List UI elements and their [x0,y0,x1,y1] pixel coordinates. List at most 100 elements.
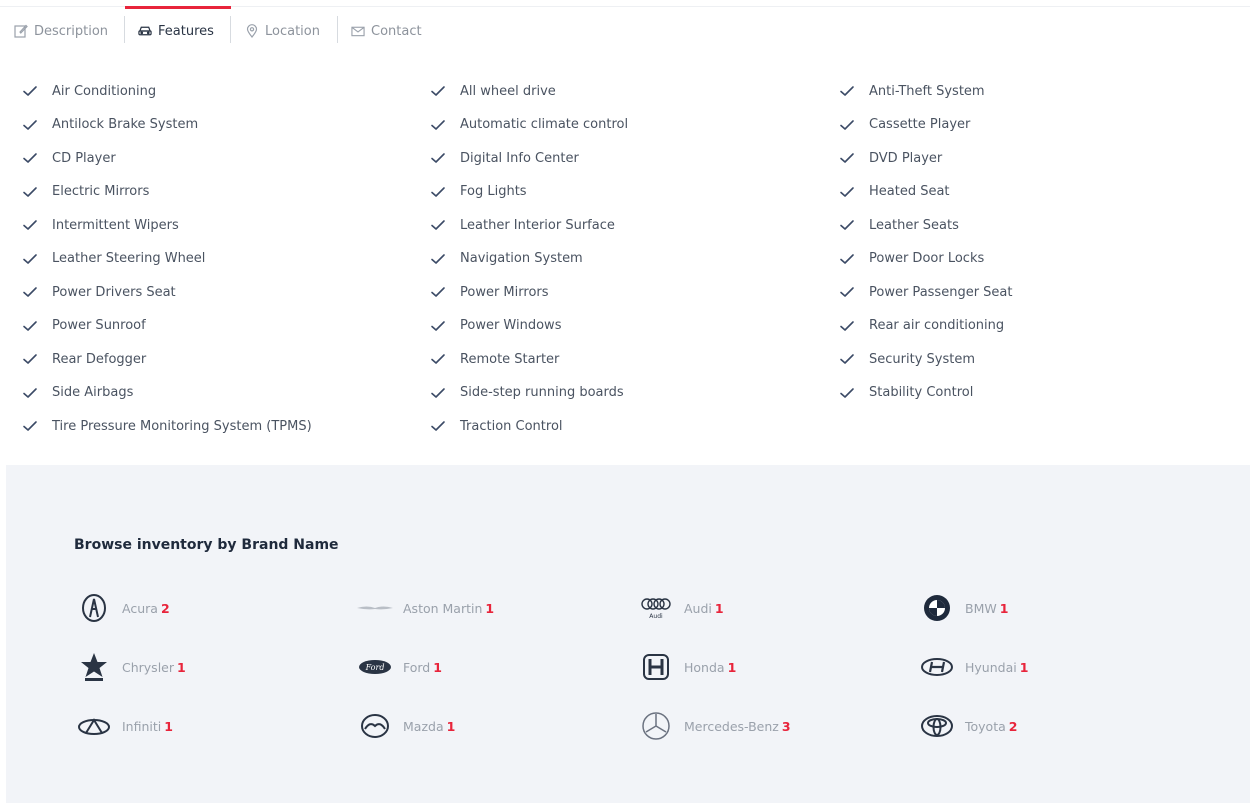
brand-link-audi[interactable]: Audi Audi 1 [636,591,724,625]
feature-label: Cassette Player [869,117,971,132]
honda-logo-icon [636,650,676,684]
feature-label: All wheel drive [460,83,556,99]
brand-link-hyundai[interactable]: Hyundai 1 [917,650,1028,684]
checkmark-icon [430,184,446,200]
brands-section: Browse inventory by Brand Name Acura 2 Ast… [6,465,1250,803]
feature-item: Power Passenger Seat [839,281,1012,303]
checkmark-icon [430,117,446,133]
feature-item: Navigation System [430,248,583,270]
checkmark-icon [22,150,38,166]
brand-link-aston-martin[interactable]: Aston Martin 1 [355,591,494,625]
checkmark-icon [839,117,855,133]
brand-count: 1 [177,659,186,675]
brand-count: 1 [164,718,173,734]
checkmark-icon [839,385,855,401]
feature-label: Power Door Locks [869,251,985,266]
feature-item: Digital Info Center [430,147,579,169]
feature-label: Automatic climate control [460,117,629,132]
feature-item: Power Sunroof [22,315,146,337]
feature-label: DVD Player [869,150,943,166]
tab-separator [124,16,125,43]
feature-item: Tire Pressure Monitoring System (TPMS) [22,415,312,437]
feature-item: Anti-Theft System [839,80,985,102]
tab-features[interactable]: Features [138,18,214,44]
svg-text:Audi: Audi [649,613,663,620]
tab-location[interactable]: Location [245,18,320,44]
feature-label: Intermittent Wipers [52,217,179,233]
checkmark-icon [430,351,446,367]
tab-separator [230,16,231,43]
feature-item: Electric Mirrors [22,181,149,203]
brand-link-mazda[interactable]: Mazda 1 [355,709,455,743]
brand-count: 2 [1008,718,1018,734]
brand-link-mercedes-benz[interactable]: Mercedes-Benz 3 [636,709,791,743]
brands-title: Browse inventory by Brand Name [74,537,339,553]
brand-name: Ford [403,659,431,675]
chrysler-logo-icon [74,650,114,684]
brand-name: Audi [684,600,712,616]
brand-count: 1 [1019,659,1029,675]
brand-count: 1 [433,659,442,675]
checkmark-icon [839,251,855,267]
feature-label: Power Drivers Seat [52,284,176,300]
tab-bar: Description Features Location Contact [0,0,1250,60]
brand-link-toyota[interactable]: Toyota 2 [917,709,1017,743]
brand-link-bmw[interactable]: BMW 1 [917,591,1008,625]
feature-item: Side Airbags [22,382,133,404]
brand-count: 3 [781,718,791,734]
feature-label: Power Windows [460,318,562,333]
feature-label: Digital Info Center [460,150,579,166]
checkmark-icon [430,217,446,233]
feature-item: Leather Steering Wheel [22,248,205,270]
brand-name: BMW [965,600,997,616]
brand-name: Acura [122,600,158,616]
tab-description[interactable]: Description [14,18,108,44]
feature-label: Rear air conditioning [869,318,1005,333]
audi-logo-icon: Audi [636,591,676,625]
brand-name: Toyota [965,718,1006,734]
feature-item: Security System [839,348,975,370]
mazda-logo-icon [355,709,395,743]
checkmark-icon [430,385,446,401]
brand-name: Aston Martin [403,600,483,616]
checkmark-icon [22,251,38,267]
brand-name: Infiniti [122,718,162,734]
envelope-icon [351,24,365,38]
checkmark-icon [839,150,855,166]
feature-label: Side Airbags [52,385,134,400]
brand-count: 1 [485,600,495,616]
brand-link-infiniti[interactable]: Infiniti 1 [74,709,173,743]
feature-label: Antilock Brake System [52,117,199,132]
checkmark-icon [430,418,446,434]
feature-label: Stability Control [869,385,974,400]
feature-item: Remote Starter [430,348,559,370]
feature-label: Security System [869,351,975,367]
checkmark-icon [22,284,38,300]
feature-item: Fog Lights [430,181,527,203]
feature-label: CD Player [52,150,116,166]
feature-label: Power Sunroof [52,318,146,333]
brand-name: Mazda [403,718,444,734]
feature-label: Tire Pressure Monitoring System (TPMS) [52,418,312,434]
brand-link-ford[interactable]: Ford Ford 1 [355,650,442,684]
feature-label: Side-step running boards [460,385,624,400]
feature-item: Traction Control [430,415,563,437]
feature-label: Air Conditioning [52,83,157,99]
bmw-logo-icon [917,591,957,625]
feature-item: CD Player [22,147,116,169]
tab-separator [337,16,338,43]
brand-link-honda[interactable]: Honda 1 [636,650,736,684]
brand-link-chrysler[interactable]: Chrysler 1 [74,650,186,684]
brand-link-acura[interactable]: Acura 2 [74,591,170,625]
feature-label: Anti-Theft System [869,83,985,99]
tab-label: Location [265,23,320,39]
hyundai-logo-icon [917,650,957,684]
feature-item: Cassette Player [839,114,970,136]
feature-item: Stability Control [839,382,973,404]
ford-logo-icon: Ford [355,650,395,684]
feature-item: Air Conditioning [22,80,156,102]
feature-label: Power Mirrors [460,284,549,300]
tab-contact[interactable]: Contact [351,18,422,44]
checkmark-icon [22,83,38,99]
feature-item: Power Windows [430,315,561,337]
